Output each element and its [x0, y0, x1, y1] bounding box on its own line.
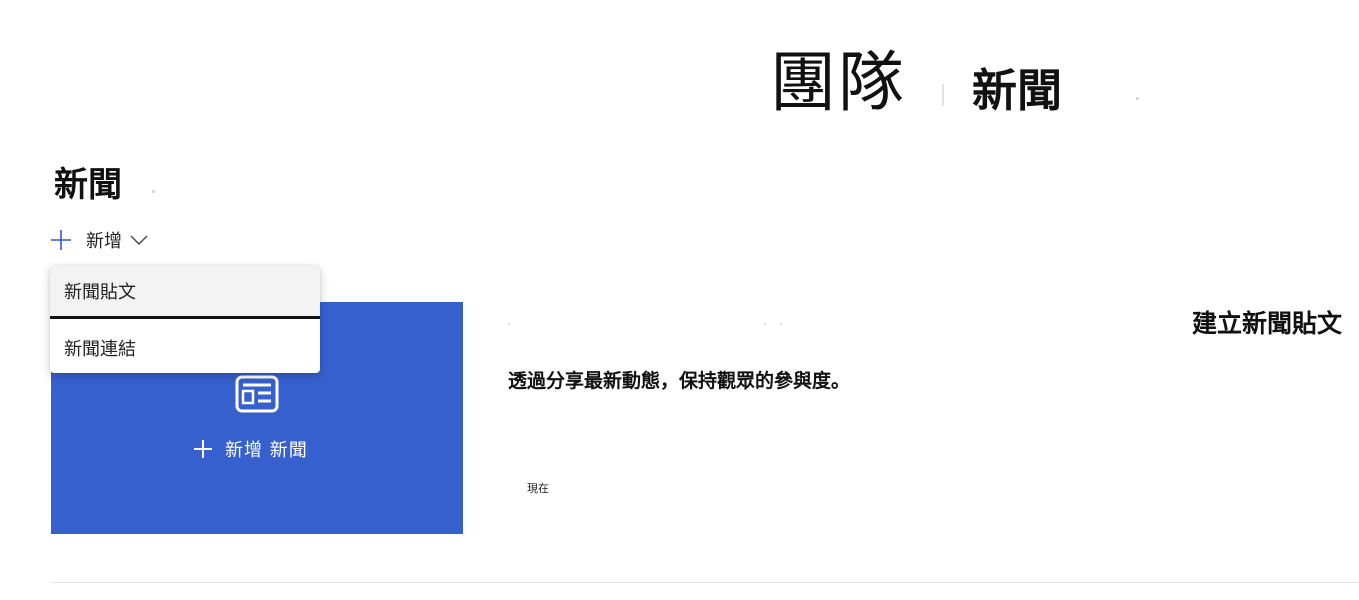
placeholder-decoration [508, 323, 510, 325]
header-decoration [1136, 97, 1139, 100]
news-post-title[interactable]: 建立新聞貼文 [1192, 311, 1342, 336]
site-title[interactable]: 團隊 [770, 50, 906, 116]
news-icon [235, 375, 279, 413]
news-section-title: 新聞 [54, 165, 122, 205]
menu-item-news-post[interactable]: 新聞貼文 [50, 266, 320, 319]
chevron-down-icon [130, 235, 148, 245]
plus-icon [194, 440, 212, 458]
tile-add-news-button[interactable]: 新增 新聞 [193, 436, 308, 462]
news-post-time: 現在 [527, 482, 549, 495]
add-news-label: 新增 [86, 231, 122, 252]
page-title: 新聞 [972, 64, 1063, 117]
menu-item-news-link[interactable]: 新聞連結 [50, 322, 320, 373]
placeholder-decoration [780, 323, 782, 325]
header-divider [942, 84, 944, 106]
plus-icon [51, 230, 71, 250]
placeholder-decoration [764, 323, 766, 325]
add-news-button[interactable]: 新增 [50, 226, 148, 254]
title-decoration [152, 190, 155, 193]
news-post-description: 透過分享最新動態，保持觀眾的參與度。 [508, 370, 851, 392]
add-news-menu: 新聞貼文 新聞連結 [50, 266, 320, 373]
tile-add-news-label: 新增 新聞 [225, 440, 308, 461]
sharepoint-news-page: 團隊 新聞 新聞 新增 新增 新聞 新聞貼文 新聞連結 建立新聞貼文 透過分享最… [0, 0, 1359, 600]
section-divider [50, 582, 1359, 583]
